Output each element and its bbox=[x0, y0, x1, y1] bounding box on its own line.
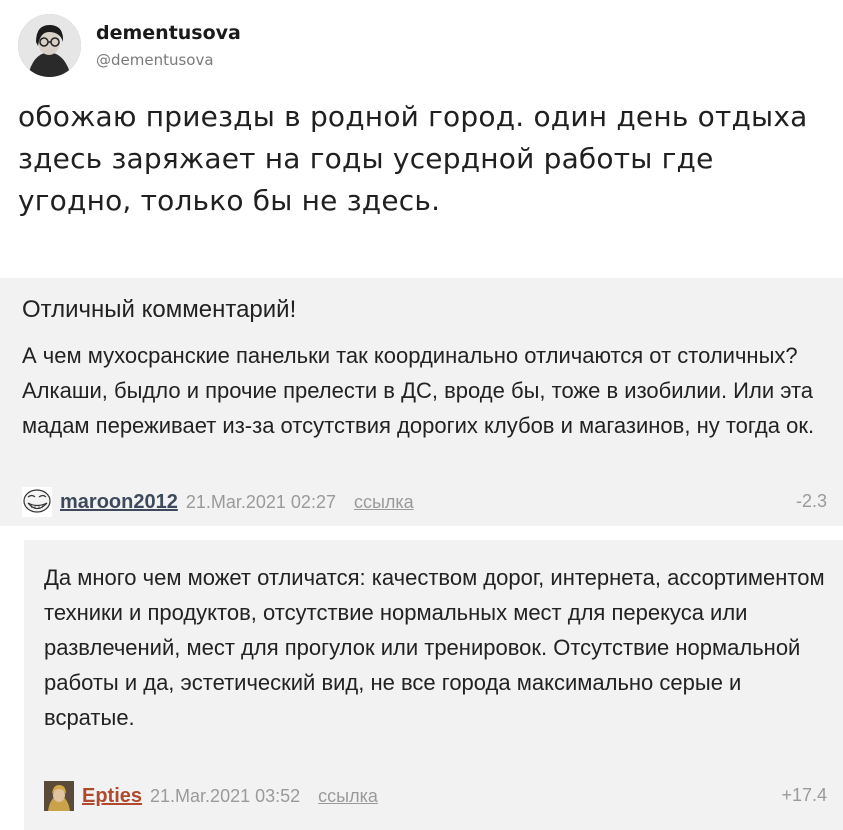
tweet-author-handle[interactable]: @dementusova bbox=[96, 51, 214, 69]
tweet-card: dementusova @dementusova обожаю приезды … bbox=[0, 0, 843, 278]
comment-score: -2.3 bbox=[795, 491, 827, 511]
tweet-avatar[interactable] bbox=[18, 14, 81, 77]
woman-portrait-icon bbox=[18, 14, 81, 77]
comment-meta: maroon2012 21.Mar.2021 02:27 ссылка bbox=[22, 487, 414, 517]
comment-text: Да много чем может отличатся: качеством … bbox=[44, 565, 825, 730]
comment-text: А чем мухосранские панельки так координа… bbox=[22, 343, 815, 438]
comment-permalink[interactable]: ссылка bbox=[354, 492, 414, 513]
comment-date: 21.Mar.2021 03:52 bbox=[150, 785, 301, 806]
comment-permalink[interactable]: ссылка bbox=[318, 786, 378, 807]
tweet-text: обожаю приезды в родной город. один день… bbox=[18, 100, 808, 217]
comment-score: +17.4 bbox=[781, 785, 827, 805]
comment-author-link[interactable]: Epties bbox=[82, 785, 142, 808]
comment: Отличный комментарий! А чем мухосранские… bbox=[0, 278, 843, 526]
trollface-icon[interactable] bbox=[22, 487, 52, 517]
comment-date: 21.Mar.2021 02:27 bbox=[185, 491, 336, 512]
comment-reply: Да много чем может отличатся: качеством … bbox=[24, 540, 843, 830]
tweet-author-name[interactable]: dementusova bbox=[96, 22, 241, 44]
comment-author-link[interactable]: maroon2012 bbox=[60, 491, 178, 514]
comment-badge-title: Отличный комментарий! bbox=[22, 296, 297, 323]
comment-meta: Epties 21.Mar.2021 03:52 ссылка bbox=[44, 781, 378, 811]
user-photo-icon[interactable] bbox=[44, 781, 74, 811]
